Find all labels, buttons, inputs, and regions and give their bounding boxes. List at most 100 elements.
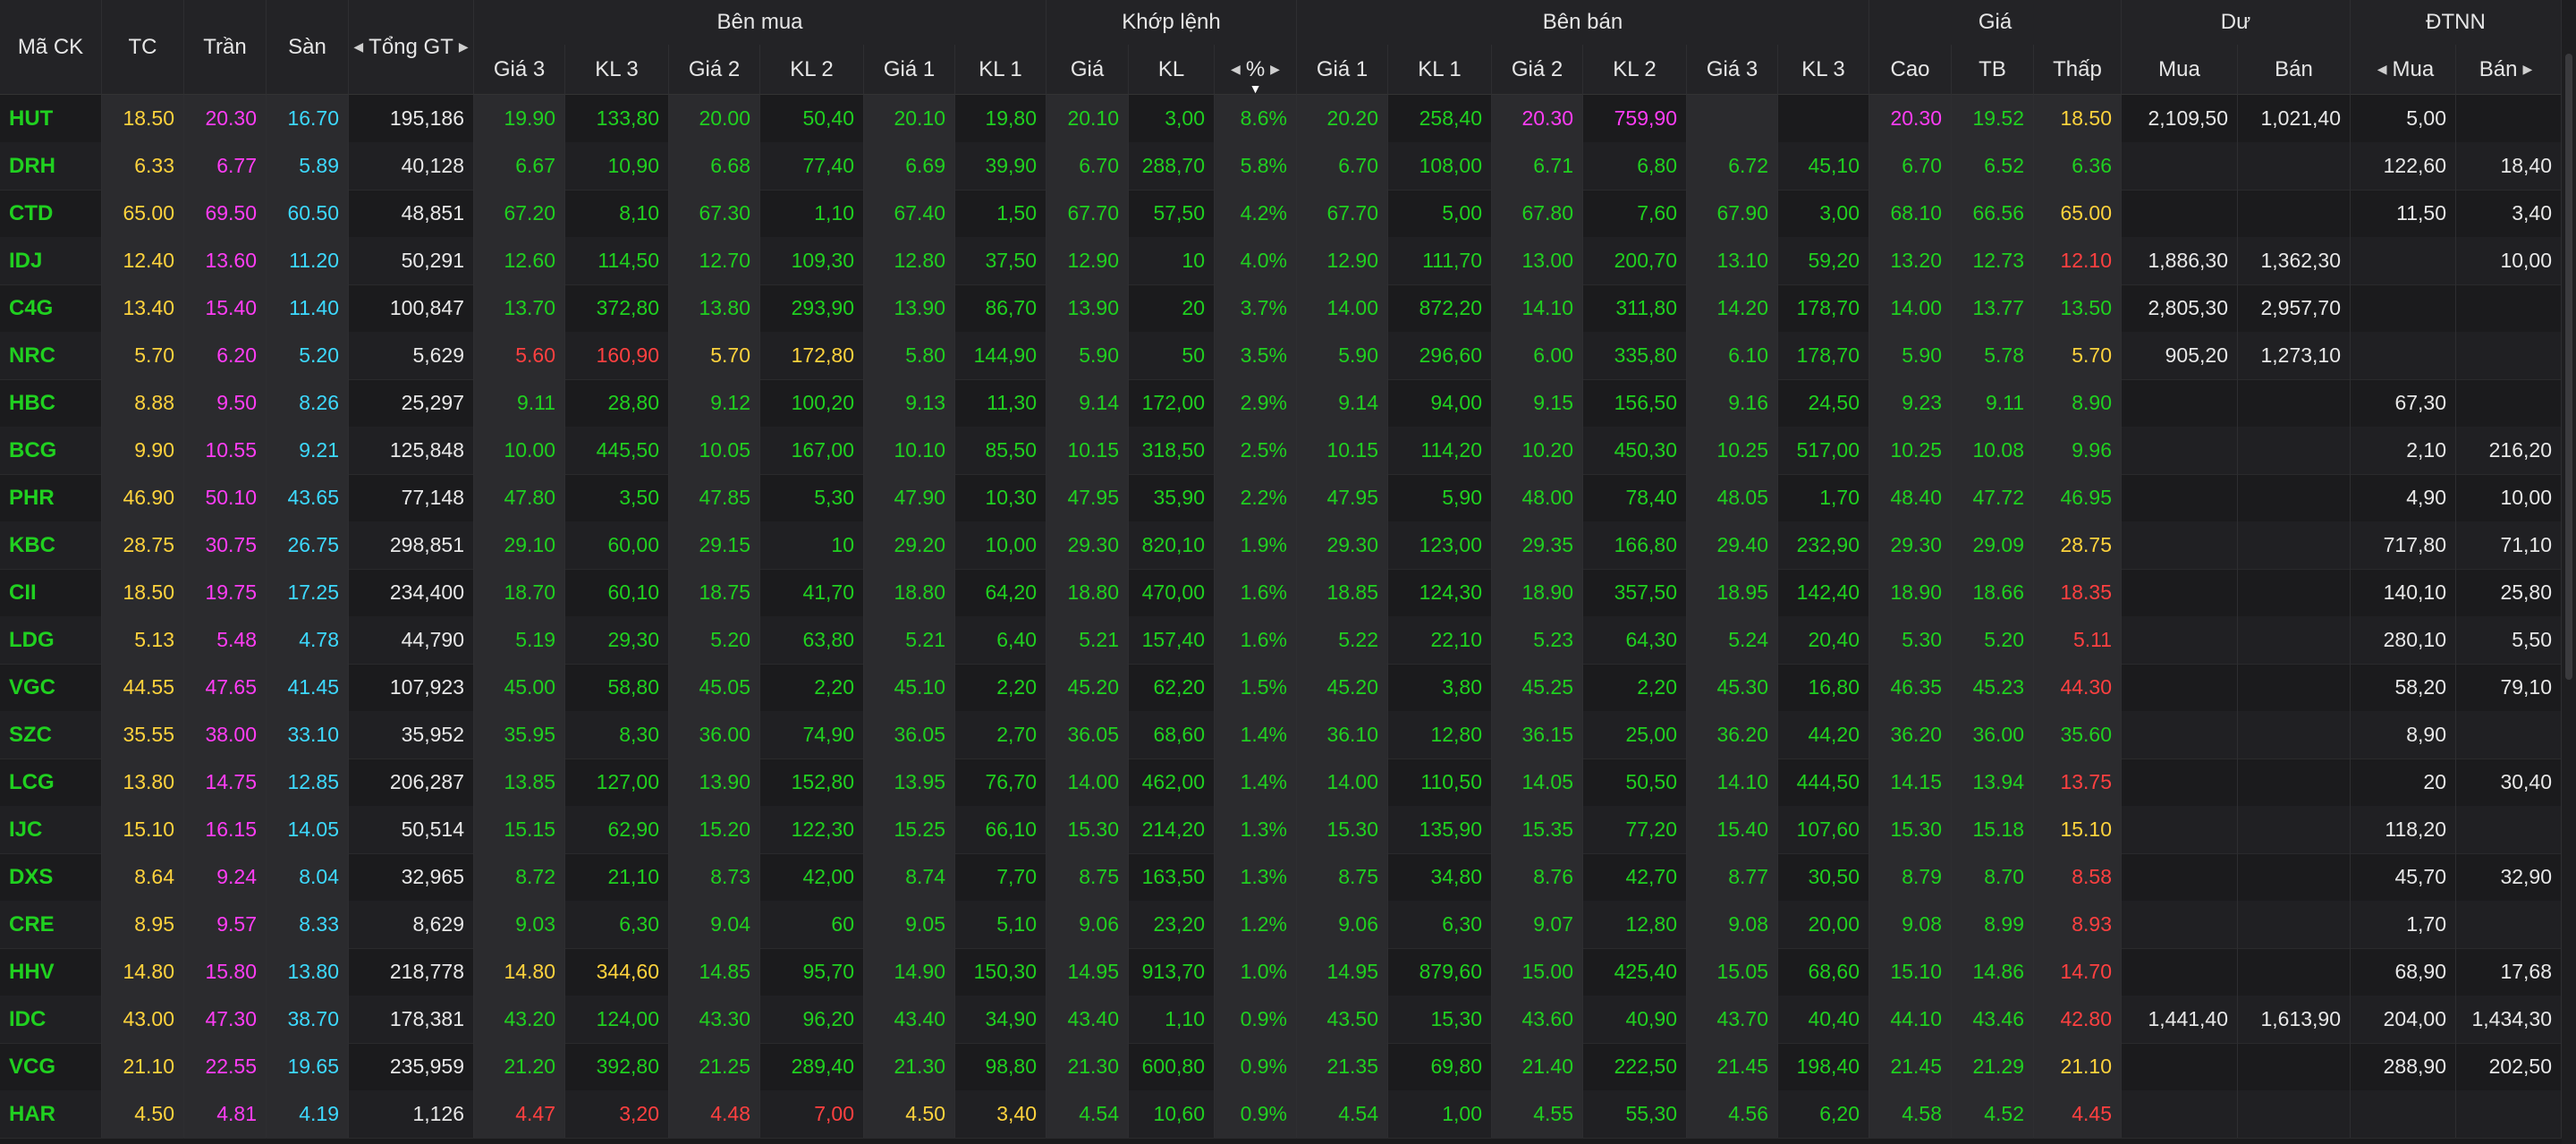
table-row[interactable]: NRC 5.70 6.20 5.20 5,629 5.60 160,90 5.70 172,80…: [0, 332, 2562, 380]
col-bm-gia2-header[interactable]: Giá 2: [669, 45, 760, 95]
table-row[interactable]: LCG 13.80 14.75 12.85 206,287 13.85 127,00 13.9…: [0, 758, 2562, 807]
table-row[interactable]: HHV 14.80 15.80 13.80 218,778 14.80 344,60 14.8…: [0, 948, 2562, 996]
symbol-cell[interactable]: HUT: [0, 95, 102, 142]
table-row[interactable]: SZC 35.55 38.00 33.10 35,952 35.95 8,30 36.00 74…: [0, 711, 2562, 759]
col-gia-cao-header[interactable]: Cao: [1869, 45, 1952, 95]
table-row[interactable]: HAR 4.50 4.81 4.19 1,126 4.47 3,20 4.48 7,00 4.50…: [0, 1090, 2562, 1139]
symbol-cell[interactable]: BCG: [0, 427, 102, 474]
table-row[interactable]: CRE 8.95 9.57 8.33 8,629 9.03 6,30 9.04 60 9.05 5,…: [0, 901, 2562, 949]
symbol-cell[interactable]: VGC: [0, 664, 102, 711]
symbol-cell[interactable]: IDJ: [0, 237, 102, 284]
symbol-cell[interactable]: HHV: [0, 948, 102, 996]
symbol-header-label: Mã CK: [17, 34, 84, 59]
pct-prev-icon[interactable]: ◀: [1231, 62, 1241, 77]
symbol-cell[interactable]: LDG: [0, 616, 102, 664]
du-ban-cell: [2238, 853, 2351, 901]
kl-gia-cell: 45.20: [1046, 664, 1129, 711]
col-bm-kl2-header[interactable]: KL 2: [760, 45, 864, 95]
table-row[interactable]: VCG 21.10 22.55 19.65 235,959 21.20 392,80 21.2…: [0, 1043, 2562, 1091]
table-row[interactable]: C4G 13.40 15.40 11.40 100,847 13.70 372,80 13.8…: [0, 284, 2562, 333]
col-bb-kl2-header[interactable]: KL 2: [1583, 45, 1687, 95]
dtnn-mua-cell: 8,90: [2351, 711, 2456, 758]
symbol-cell[interactable]: DRH: [0, 142, 102, 190]
symbol-cell[interactable]: VCG: [0, 1043, 102, 1090]
col-du-mua-header[interactable]: Mua: [2122, 45, 2238, 95]
symbol-cell[interactable]: PHR: [0, 474, 102, 521]
dtnn-prev-icon[interactable]: ◀: [2377, 62, 2387, 77]
symbol-cell[interactable]: C4G: [0, 284, 102, 332]
gia-cao-cell: 5.90: [1869, 332, 1952, 379]
col-bb-gia1-header[interactable]: Giá 1: [1297, 45, 1388, 95]
table-row[interactable]: IJC 15.10 16.15 14.05 50,514 15.15 62,90 15.20 1…: [0, 806, 2562, 854]
symbol-cell[interactable]: NRC: [0, 332, 102, 379]
scrollbar-thumb[interactable]: [2565, 54, 2572, 680]
col-tran-header[interactable]: Trần: [184, 0, 267, 95]
group-dtnn-label: ĐTNN: [2426, 10, 2486, 34]
symbol-cell[interactable]: KBC: [0, 521, 102, 569]
table-row[interactable]: VGC 44.55 47.65 41.45 107,923 45.00 58,80 45.05…: [0, 664, 2562, 712]
table-row[interactable]: HUT 18.50 20.30 16.70 195,186 19.90 133,80 20.0…: [0, 95, 2562, 143]
col-kl-pct-header[interactable]: ◀% ▶ ▼: [1215, 45, 1297, 96]
table-row[interactable]: BCG 9.90 10.55 9.21 125,848 10.00 445,50 10.05 1…: [0, 427, 2562, 475]
table-row[interactable]: LDG 5.13 5.48 4.78 44,790 5.19 29,30 5.20 63,80 5…: [0, 616, 2562, 665]
symbol-cell[interactable]: CRE: [0, 901, 102, 948]
symbol-cell[interactable]: HAR: [0, 1090, 102, 1138]
table-row[interactable]: DRH 6.33 6.77 5.89 40,128 6.67 10,90 6.68 77,40 6…: [0, 142, 2562, 191]
table-row[interactable]: IDC 43.00 47.30 38.70 178,381 43.20 124,00 43.3…: [0, 996, 2562, 1044]
dtnn-ban-cell: 71,10: [2456, 521, 2562, 569]
bm-gia1-cell: 13.95: [864, 758, 955, 806]
symbol-cell[interactable]: CII: [0, 569, 102, 616]
scroll-left-icon[interactable]: ◀: [353, 39, 363, 55]
col-bb-kl1-header[interactable]: KL 1: [1388, 45, 1492, 95]
symbol-cell[interactable]: SZC: [0, 711, 102, 758]
col-du-ban-header[interactable]: Bán: [2238, 45, 2351, 95]
symbol-cell[interactable]: CTD: [0, 190, 102, 237]
col-bm-gia3-header[interactable]: Giá 3: [474, 45, 565, 95]
table-row[interactable]: CTD 65.00 69.50 60.50 48,851 67.20 8,10 67.30 1,…: [0, 190, 2562, 238]
col-kl-kl-header[interactable]: KL: [1129, 45, 1215, 95]
col-dtnn-mua-header[interactable]: ◀ Mua: [2351, 45, 2456, 95]
gia-tb-cell: 14.86: [1952, 948, 2034, 996]
col-gia-thap-header[interactable]: Thấp: [2034, 45, 2122, 95]
table-row[interactable]: HBC 8.88 9.50 8.26 25,297 9.11 28,80 9.12 100,20…: [0, 379, 2562, 428]
col-bm-kl1-header[interactable]: KL 1: [955, 45, 1046, 95]
bm-gia1-cell: 18.80: [864, 569, 955, 616]
dtnn-mua-cell: 5,00: [2351, 95, 2456, 142]
col-bb-kl3-header[interactable]: KL 3: [1778, 45, 1869, 95]
col-kl-gia-header[interactable]: Giá: [1046, 45, 1129, 95]
bm-kl1-header-label: KL 1: [979, 56, 1022, 81]
symbol-cell[interactable]: DXS: [0, 853, 102, 901]
du-ban-cell: [2238, 664, 2351, 711]
symbol-cell[interactable]: LCG: [0, 758, 102, 806]
symbol-cell[interactable]: HBC: [0, 379, 102, 427]
table-row[interactable]: CII 18.50 19.75 17.25 234,400 18.70 60,10 18.75…: [0, 569, 2562, 617]
table-row[interactable]: KBC 28.75 30.75 26.75 298,851 29.10 60,00 29.15…: [0, 521, 2562, 570]
bb-kl1-cell: 879,60: [1388, 948, 1492, 996]
col-bm-kl3-header[interactable]: KL 3: [565, 45, 669, 95]
col-tong-gt-header[interactable]: ◀ Tổng GT ▶: [349, 0, 474, 95]
col-bm-gia1-header[interactable]: Giá 1: [864, 45, 955, 95]
table-row[interactable]: PHR 46.90 50.10 43.65 77,148 47.80 3,50 47.85 5,…: [0, 474, 2562, 522]
kl-kl-header-label: KL: [1157, 56, 1185, 81]
col-san-header[interactable]: Sàn: [267, 0, 349, 95]
bb-gia3-cell: 15.40: [1687, 806, 1778, 853]
col-gia-tb-header[interactable]: TB: [1952, 45, 2034, 95]
col-symbol-header[interactable]: Mã CK: [0, 0, 102, 95]
table-row[interactable]: IDJ 12.40 13.60 11.20 50,291 12.60 114,50 12.70…: [0, 237, 2562, 285]
col-dtnn-ban-header[interactable]: Bán ▶: [2456, 45, 2562, 95]
symbol-cell[interactable]: IDC: [0, 996, 102, 1043]
gia-tb-cell: 15.18: [1952, 806, 2034, 853]
pct-next-icon[interactable]: ▶: [1270, 62, 1280, 77]
bb-kl3-cell: 40,40: [1778, 996, 1869, 1043]
symbol-cell[interactable]: IJC: [0, 806, 102, 853]
sort-desc-icon[interactable]: ▼: [1250, 81, 1262, 96]
col-bb-gia2-header[interactable]: Giá 2: [1492, 45, 1583, 95]
table-row[interactable]: DXS 8.64 9.24 8.04 32,965 8.72 21,10 8.73 42,00 8…: [0, 853, 2562, 902]
tc-cell: 13.80: [102, 758, 184, 806]
bm-gia1-cell: 43.40: [864, 996, 955, 1043]
col-tc-header[interactable]: TC: [102, 0, 184, 95]
col-bb-gia3-header[interactable]: Giá 3: [1687, 45, 1778, 95]
scroll-right-icon[interactable]: ▶: [459, 39, 469, 55]
gia-thap-cell: 12.10: [2034, 237, 2122, 284]
dtnn-next-icon[interactable]: ▶: [2522, 62, 2532, 77]
